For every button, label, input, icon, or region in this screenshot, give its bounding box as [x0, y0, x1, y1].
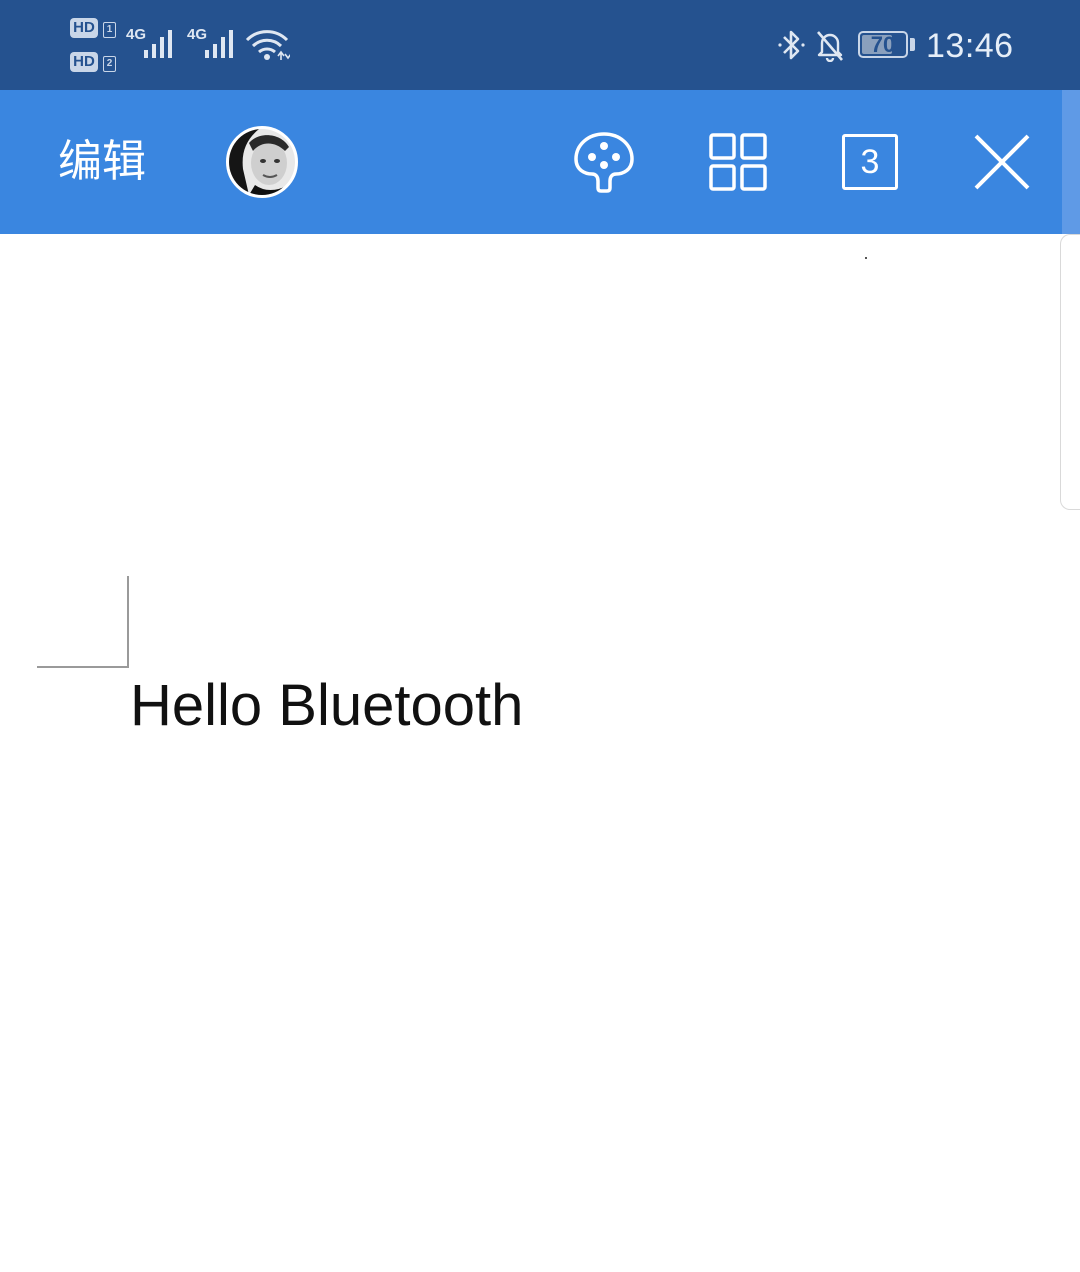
- signal-strength-1: 4G: [126, 22, 182, 62]
- status-bar: HD 1 HD 2 4G 4G 70 13:46: [0, 0, 1080, 90]
- bluetooth-icon: [776, 28, 808, 62]
- page-count-button[interactable]: 3: [842, 134, 898, 190]
- sim2-indicator: HD 2: [70, 52, 118, 74]
- side-drawer-handle[interactable]: [1060, 234, 1080, 510]
- sim1-hd-badge: HD: [70, 18, 98, 38]
- signal-bars-icon: [205, 30, 233, 58]
- editor-toolbar: 编辑 3: [0, 90, 1064, 234]
- battery-level: 70: [870, 32, 896, 57]
- sim1-slot: 1: [103, 22, 116, 38]
- battery-tip: [910, 38, 915, 51]
- close-icon[interactable]: [970, 130, 1034, 194]
- network-type-2: 4G: [187, 26, 208, 43]
- sim2-slot: 2: [103, 56, 116, 72]
- side-panel-strip: [1062, 90, 1080, 234]
- grid-icon[interactable]: [706, 130, 770, 194]
- network-type-1: 4G: [126, 26, 147, 43]
- clock: 13:46: [926, 27, 1014, 65]
- sim2-hd-badge: HD: [70, 52, 98, 72]
- sim1-indicator: HD 1: [70, 18, 118, 40]
- document-canvas[interactable]: Hello Bluetooth: [0, 234, 1060, 1272]
- cursor-dot: [865, 257, 867, 259]
- edit-button[interactable]: 编辑: [58, 138, 146, 186]
- bell-off-icon: [814, 28, 846, 63]
- signal-bars-icon: [144, 30, 172, 58]
- document-text[interactable]: Hello Bluetooth: [130, 674, 523, 738]
- signal-strength-2: 4G: [187, 22, 243, 62]
- margin-corner-mark: [37, 576, 129, 668]
- avatar[interactable]: [226, 126, 298, 198]
- palette-icon[interactable]: [572, 130, 636, 194]
- battery-icon: 70: [858, 31, 908, 58]
- wifi-icon: [244, 26, 292, 62]
